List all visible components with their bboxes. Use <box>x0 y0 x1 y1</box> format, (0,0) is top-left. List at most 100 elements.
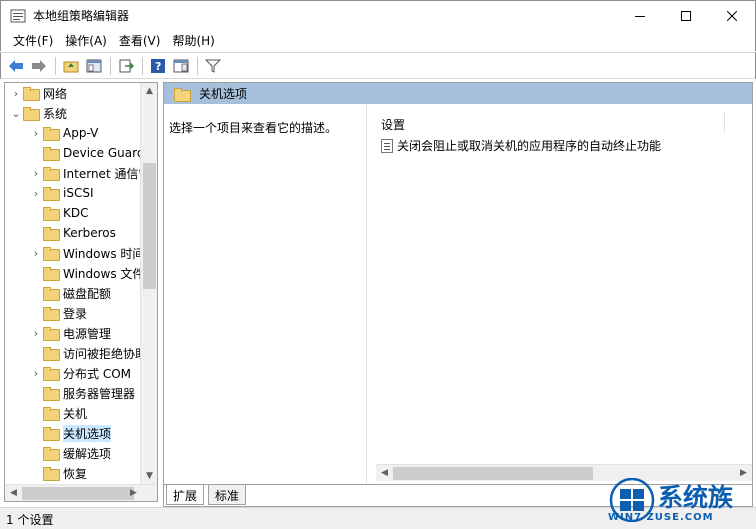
watermark-title: 系统族 <box>658 483 734 512</box>
column-divider[interactable] <box>724 112 725 132</box>
description-text: 选择一个项目来查看它的描述。 <box>169 121 338 135</box>
watermark-url: WIN7 ZUSE.COM <box>608 512 714 523</box>
show-hide-icon <box>173 59 189 72</box>
tree-item-power-management[interactable]: › 电源管理 <box>29 323 111 343</box>
up-level-button[interactable] <box>60 55 82 77</box>
collapse-arrow-icon[interactable]: ⌄ <box>9 107 23 120</box>
toolbar-separator <box>142 56 143 75</box>
tree-item-windows-file-protection[interactable]: Windows 文件保护 <box>29 263 157 283</box>
expand-arrow-icon[interactable]: › <box>29 167 43 180</box>
watermark: 系统族 WIN7 ZUSE.COM <box>608 472 756 529</box>
scroll-left-icon[interactable]: ◀ <box>5 485 22 501</box>
menu-file[interactable]: 文件(F) <box>7 30 59 51</box>
setting-label: 关闭会阻止或取消关机的应用程序的自动终止功能 <box>397 139 662 153</box>
menu-view[interactable]: 查看(V) <box>113 30 167 51</box>
tree-item-access-denied-assist[interactable]: 访问被拒绝协助 <box>29 343 147 363</box>
title-bar: 本地组策略编辑器 <box>0 0 756 30</box>
scroll-up-icon[interactable]: ▲ <box>141 83 157 100</box>
tree-item-network[interactable]: › 网络 <box>9 83 67 103</box>
policy-editor-app-icon <box>10 9 26 23</box>
expand-arrow-icon[interactable]: › <box>29 247 43 260</box>
tree-item-distributed-com[interactable]: › 分布式 COM <box>29 363 131 383</box>
scrollbar-thumb[interactable] <box>22 487 134 500</box>
help-button[interactable]: ? <box>147 55 169 77</box>
expand-arrow-icon[interactable]: › <box>9 87 23 100</box>
folder-icon <box>43 407 60 421</box>
tree-item-recovery[interactable]: 恢复 <box>29 463 87 483</box>
folder-icon <box>43 187 60 201</box>
tree-item-device-guard[interactable]: Device Guard <box>29 143 144 163</box>
expand-arrow-icon[interactable]: › <box>29 367 43 380</box>
tree-item-server-manager[interactable]: 服务器管理器 <box>29 383 135 403</box>
tree-item-kerberos[interactable]: Kerberos <box>29 223 116 243</box>
show-hide-action-button[interactable] <box>170 55 192 77</box>
filter-button[interactable] <box>202 55 224 77</box>
folder-icon <box>43 287 60 301</box>
forward-arrow-icon <box>32 59 46 72</box>
menu-action[interactable]: 操作(A) <box>59 30 113 51</box>
folder-icon <box>43 167 60 181</box>
tree-item-shutdown[interactable]: 关机 <box>29 403 87 423</box>
folder-icon <box>43 387 60 401</box>
policy-setting-icon <box>381 138 393 153</box>
folder-icon <box>43 147 60 161</box>
folder-icon <box>174 87 191 102</box>
tree-item-kdc[interactable]: KDC <box>29 203 89 223</box>
expand-arrow-icon[interactable]: › <box>29 327 43 340</box>
tree-item-shutdown-options[interactable]: 关机选项 <box>29 423 112 443</box>
forward-button[interactable] <box>28 55 50 77</box>
close-button[interactable] <box>709 1 755 31</box>
help-icon: ? <box>151 58 165 73</box>
back-button[interactable] <box>5 55 27 77</box>
back-arrow-icon <box>9 59 23 72</box>
maximize-button[interactable] <box>663 1 709 31</box>
setting-row[interactable]: 关闭会阻止或取消关机的应用程序的自动终止功能 <box>381 137 661 154</box>
up-folder-icon <box>63 61 79 72</box>
tree-item-iscsi[interactable]: › iSCSI <box>29 183 94 203</box>
tab-standard[interactable]: 标准 <box>208 485 247 505</box>
folder-icon <box>43 447 60 461</box>
column-header-setting[interactable]: 设置 <box>381 116 405 133</box>
tree-item-windows-time[interactable]: › Windows 时间服务 <box>29 243 157 263</box>
folder-icon <box>43 227 60 241</box>
toolbar-separator <box>55 56 56 75</box>
folder-icon <box>23 107 40 121</box>
folder-icon <box>43 307 60 321</box>
menu-help[interactable]: 帮助(H) <box>166 30 220 51</box>
folder-icon <box>43 327 60 341</box>
toolbar: ? <box>0 52 756 79</box>
scrollbar-thumb[interactable] <box>393 467 593 480</box>
show-hide-tree-button[interactable] <box>83 55 105 77</box>
minimize-button[interactable] <box>617 1 663 31</box>
tree-item-app-v[interactable]: › App-V <box>29 123 98 143</box>
maximize-icon <box>681 11 691 21</box>
expand-arrow-icon[interactable]: › <box>29 127 43 140</box>
menu-bar: 文件(F) 操作(A) 查看(V) 帮助(H) <box>0 30 756 51</box>
tab-extended[interactable]: 扩展 <box>166 485 205 505</box>
expand-arrow-icon[interactable]: › <box>29 187 43 200</box>
filter-icon <box>205 59 221 73</box>
toolbar-separator <box>197 56 198 75</box>
tree-horizontal-scrollbar[interactable]: ◀ ▶ <box>5 484 157 501</box>
tree-item-system[interactable]: ⌄ 系统 <box>9 103 67 123</box>
tree-item-disk-quota[interactable]: 磁盘配额 <box>29 283 111 303</box>
scrollbar-thumb[interactable] <box>143 163 156 289</box>
minimize-icon <box>635 16 645 17</box>
settings-list: 设置 关闭会阻止或取消关机的应用程序的自动终止功能 <box>366 104 752 484</box>
scroll-left-icon[interactable]: ◀ <box>376 465 393 482</box>
tree-vertical-scrollbar[interactable]: ▲ ▼ <box>140 83 157 485</box>
folder-icon <box>43 347 60 361</box>
folder-open-icon <box>43 427 60 441</box>
scroll-right-icon[interactable]: ▶ <box>125 485 142 501</box>
folder-icon <box>43 207 60 221</box>
details-header-title: 关机选项 <box>199 87 248 101</box>
folder-icon <box>43 367 60 381</box>
folder-icon <box>43 267 60 281</box>
tree-item-logon[interactable]: 登录 <box>29 303 87 323</box>
window-title: 本地组策略编辑器 <box>33 9 130 23</box>
tree-item-mitigation-options[interactable]: 缓解选项 <box>29 443 111 463</box>
scroll-down-icon[interactable]: ▼ <box>141 468 157 485</box>
export-list-button[interactable] <box>115 55 137 77</box>
tree-item-internet-comm[interactable]: › Internet 通信管理 <box>29 163 157 183</box>
details-pane: 关机选项 选择一个项目来查看它的描述。 设置 关闭会阻止或取消关机的应用程序的自… <box>163 82 753 507</box>
